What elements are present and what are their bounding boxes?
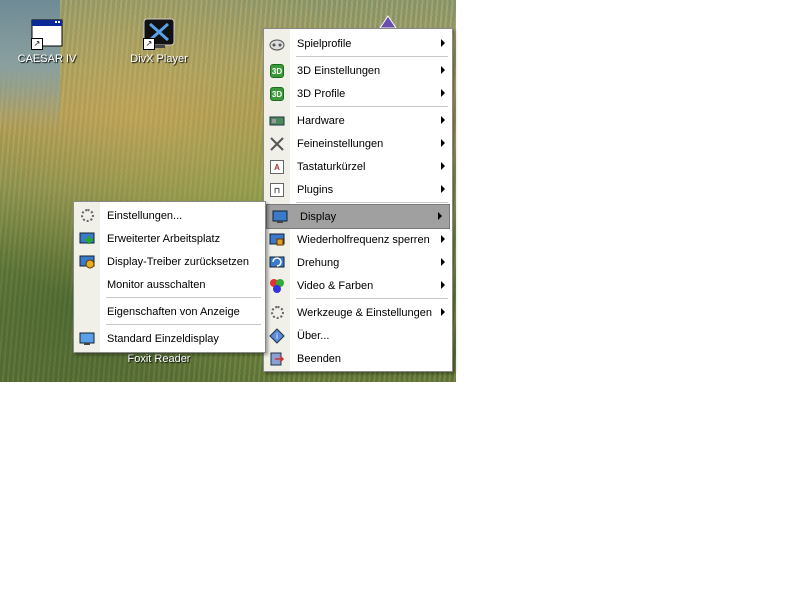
desktop-icon-foxit[interactable]: Foxit Reader <box>114 353 204 365</box>
menu-separator <box>296 298 448 299</box>
monitor-reset-icon <box>74 250 100 273</box>
app-window-icon: ↗ <box>31 18 63 50</box>
submenu-arrow-icon <box>441 116 445 124</box>
submenu-arrow-icon <box>441 258 445 266</box>
svg-text:i: i <box>276 332 278 341</box>
submenu-arrow-icon <box>441 139 445 147</box>
menu-item-label: Beenden <box>297 352 342 365</box>
exit-icon <box>264 347 290 370</box>
info-icon: i <box>264 324 290 347</box>
submenu-item-standard-einzeldisplay[interactable]: Standard Einzeldisplay <box>74 327 265 350</box>
menu-item-label: Standard Einzeldisplay <box>107 332 219 345</box>
submenu-item-eigenschaften-von-anzeige[interactable]: Eigenschaften von Anzeige <box>74 300 265 323</box>
menu-item-label: Über... <box>297 329 330 342</box>
menu-item-spielprofile[interactable]: Spielprofile <box>264 32 452 55</box>
monitor-lock-icon <box>264 228 290 251</box>
menu-item-drehung[interactable]: Drehung <box>264 251 452 274</box>
gamepad-icon <box>264 32 290 55</box>
menu-item-label: Eigenschaften von Anzeige <box>107 305 240 318</box>
menu-separator <box>106 297 261 298</box>
menu-item-label: Display-Treiber zurücksetzen <box>107 255 250 268</box>
display-submenu: Einstellungen... Erweiterter Arbeitsplat… <box>73 201 266 353</box>
menu-item-label: Video & Farben <box>297 279 374 292</box>
menu-item-3d-einstellungen[interactable]: 3D 3D Einstellungen <box>264 59 452 82</box>
desktop-icon-label: DivX Player <box>130 53 188 65</box>
submenu-arrow-icon <box>441 235 445 243</box>
menu-separator <box>106 324 261 325</box>
monitor-icon <box>267 205 293 228</box>
submenu-arrow-icon <box>441 308 445 316</box>
menu-item-video-farben[interactable]: Video & Farben <box>264 274 452 297</box>
submenu-arrow-icon <box>441 39 445 47</box>
submenu-item-display-treiber-zuruecksetzen[interactable]: Display-Treiber zurücksetzen <box>74 250 265 273</box>
color-balls-icon <box>264 274 290 297</box>
submenu-arrow-icon <box>441 185 445 193</box>
menu-item-label: Erweiterter Arbeitsplatz <box>107 232 221 245</box>
submenu-arrow-icon <box>441 162 445 170</box>
menu-item-label: Drehung <box>297 256 340 269</box>
shortcut-arrow-icon: ↗ <box>31 38 43 50</box>
gear-icon <box>74 204 100 227</box>
menu-item-label: Wiederholfrequenz sperren <box>297 233 430 246</box>
menu-item-3d-profile[interactable]: 3D 3D Profile <box>264 82 452 105</box>
divx-icon: ↗ <box>143 18 175 50</box>
submenu-arrow-icon <box>441 66 445 74</box>
menu-item-label: Tastaturkürzel <box>297 160 366 173</box>
menu-item-label: Hardware <box>297 114 345 127</box>
menu-item-beenden[interactable]: Beenden <box>264 347 452 370</box>
menu-item-ueber[interactable]: i Über... <box>264 324 452 347</box>
3d-icon: 3D <box>264 59 290 82</box>
menu-item-label: Einstellungen... <box>107 209 183 222</box>
menu-item-label: Werkzeuge & Einstellungen <box>297 306 432 319</box>
submenu-arrow-icon <box>438 212 442 220</box>
menu-separator <box>296 202 448 203</box>
submenu-item-erweiterter-arbeitsplatz[interactable]: Erweiterter Arbeitsplatz <box>74 227 265 250</box>
menu-item-hardware[interactable]: Hardware <box>264 109 452 132</box>
main-context-menu: Spielprofile 3D 3D Einstellungen 3D 3D P… <box>263 28 453 372</box>
menu-item-label: 3D Profile <box>297 87 346 100</box>
menu-item-display[interactable]: Display <box>266 204 450 229</box>
desktop-icon-label: CAESAR IV <box>17 53 77 65</box>
plugin-icon: ⊓ <box>264 178 290 201</box>
menu-separator <box>296 56 448 57</box>
menu-item-label: Monitor ausschalten <box>107 278 206 291</box>
empty-icon-slot <box>74 273 100 296</box>
monitor-add-icon <box>74 227 100 250</box>
menu-item-werkzeuge-einstellungen[interactable]: Werkzeuge & Einstellungen <box>264 301 452 324</box>
menu-item-label: Spielprofile <box>297 37 352 50</box>
submenu-item-einstellungen[interactable]: Einstellungen... <box>74 204 265 227</box>
submenu-item-monitor-ausschalten[interactable]: Monitor ausschalten <box>74 273 265 296</box>
keyboard-icon: A <box>264 155 290 178</box>
menu-item-tastaturkuerzel[interactable]: A Tastaturkürzel <box>264 155 452 178</box>
submenu-arrow-icon <box>441 281 445 289</box>
menu-item-feineinstellungen[interactable]: Feineinstellungen <box>264 132 452 155</box>
tools-icon <box>264 132 290 155</box>
graphics-card-icon <box>264 109 290 132</box>
rotate-icon <box>264 251 290 274</box>
submenu-arrow-icon <box>441 89 445 97</box>
desktop-icon-label: Foxit Reader <box>127 353 191 365</box>
menu-item-label: Display <box>300 210 337 223</box>
menu-item-label: Feineinstellungen <box>297 137 384 150</box>
menu-item-plugins[interactable]: ⊓ Plugins <box>264 178 452 201</box>
menu-item-wiederholfrequenz-sperren[interactable]: Wiederholfrequenz sperren <box>264 228 452 251</box>
menu-item-label: Plugins <box>297 183 334 196</box>
desktop-icon-caesar[interactable]: ↗ CAESAR IV <box>2 18 92 65</box>
menu-item-label: 3D Einstellungen <box>297 64 381 77</box>
empty-icon-slot <box>74 300 100 323</box>
3d-icon: 3D <box>264 82 290 105</box>
monitor-icon <box>74 327 100 350</box>
menu-separator <box>296 106 448 107</box>
desktop-icon-divx[interactable]: ↗ DivX Player <box>114 18 204 65</box>
shortcut-arrow-icon: ↗ <box>143 38 155 50</box>
gear-icon <box>264 301 290 324</box>
